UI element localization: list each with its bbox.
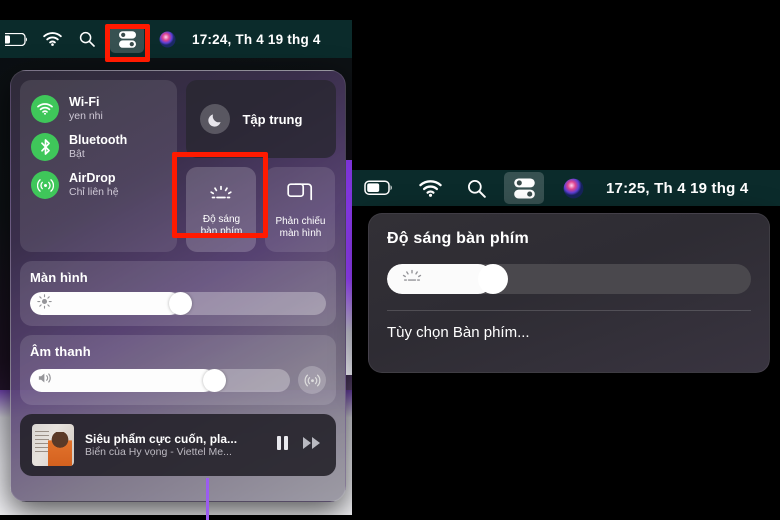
focus-label: Tập trung: [242, 111, 303, 127]
battery-icon[interactable]: [352, 169, 406, 207]
display-card: Màn hình: [20, 261, 336, 326]
control-center-icon[interactable]: [498, 169, 550, 207]
media-title: Siêu phẩm cực cuốn, pla...: [85, 432, 238, 446]
wallpaper-purple-line: [206, 478, 209, 520]
keyboard-brightness-slider[interactable]: [387, 264, 751, 294]
wifi-title: Wi-Fi: [69, 95, 100, 110]
screenshot-capture-1: 17:24, Th 4 19 thg 4 Wi-Fi yen nhi Bluet…: [0, 20, 352, 515]
bluetooth-row[interactable]: Bluetooth Bật: [20, 128, 177, 166]
display-slider-wrap: [30, 292, 326, 315]
siri-icon[interactable]: [150, 20, 184, 58]
sound-title: Âm thanh: [30, 344, 91, 359]
sound-card: Âm thanh: [20, 335, 336, 405]
screen-mirroring-label: Phản chiếu màn hình: [275, 216, 325, 241]
airdrop-icon: [31, 171, 59, 199]
bluetooth-title: Bluetooth: [69, 133, 128, 148]
sound-slider[interactable]: [30, 368, 290, 392]
wifi-status: yen nhi: [69, 109, 103, 122]
fast-forward-icon[interactable]: [302, 436, 322, 455]
airdrop-text: AirDrop Chỉ liên hệ: [69, 171, 119, 199]
display-title: Màn hình: [30, 270, 88, 285]
media-card: Siêu phẩm cực cuốn, pla... Biển của Hy v…: [20, 414, 336, 476]
siri-icon[interactable]: [550, 169, 596, 207]
media-text: Siêu phẩm cực cuốn, pla... Biển của Hy v…: [85, 432, 265, 458]
wifi-icon[interactable]: [406, 169, 454, 207]
keyboard-brightness-slider-fill: [387, 264, 493, 294]
screenshot-root: 17:24, Th 4 19 thg 4 Wi-Fi yen nhi Bluet…: [0, 0, 780, 520]
bluetooth-status: Bật: [69, 147, 85, 160]
menu-bar-clock-1[interactable]: 17:24, Th 4 19 thg 4: [192, 20, 321, 58]
artwork-figure: [48, 432, 72, 466]
sound-slider-wrap: [30, 366, 326, 394]
display-slider-fill: [30, 292, 181, 315]
album-artwork: [32, 424, 74, 466]
popover-divider: [387, 310, 751, 311]
screen-mirroring-tile[interactable]: Phản chiếu màn hình: [265, 167, 336, 252]
airdrop-title: AirDrop: [69, 171, 116, 186]
menu-bar-2: 17:25, Th 4 19 thg 4: [352, 170, 780, 206]
display-slider-knob[interactable]: [169, 292, 193, 315]
connectivity-tile: Wi-Fi yen nhi Bluetooth Bật AirDrop Chỉ …: [20, 80, 178, 252]
control-center-panel: Wi-Fi yen nhi Bluetooth Bật AirDrop Chỉ …: [10, 70, 346, 502]
display-slider[interactable]: [30, 292, 326, 315]
keyboard-brightness-popover-title: Độ sáng bàn phím: [387, 230, 529, 247]
airdrop-row[interactable]: AirDrop Chỉ liên hệ: [20, 166, 177, 204]
volume-icon: [37, 371, 54, 390]
control-center-menubar-highlight: [105, 24, 150, 62]
artwork-text-lines: [35, 431, 49, 453]
wifi-icon: [31, 95, 59, 123]
sound-slider-fill: [30, 368, 215, 392]
brightness-icon: [37, 293, 52, 314]
clock-label-1: 17:24, Th 4 19 thg 4: [192, 31, 321, 47]
airplay-button[interactable]: [298, 366, 326, 394]
moon-icon: [200, 104, 231, 134]
keyboard-brightness-popover: Độ sáng bàn phím Tùy chọn Bàn phím...: [368, 213, 770, 373]
keyboard-brightness-tile-highlight: [172, 152, 268, 238]
battery-icon[interactable]: [0, 20, 34, 58]
wifi-icon[interactable]: [34, 20, 70, 58]
search-icon[interactable]: [454, 169, 498, 207]
wifi-text: Wi-Fi yen nhi: [69, 95, 103, 123]
media-subtitle: Biển của Hy vọng - Viettel Me...: [85, 446, 232, 458]
screen-mirroring-icon: [287, 182, 313, 210]
sound-slider-knob[interactable]: [203, 368, 227, 392]
wifi-row[interactable]: Wi-Fi yen nhi: [20, 90, 177, 128]
keyboard-options-menu-item[interactable]: Tùy chọn Bàn phím...: [387, 324, 751, 341]
bluetooth-icon: [31, 133, 59, 161]
pause-icon[interactable]: [276, 435, 289, 456]
media-controls: [276, 435, 324, 456]
keyboard-brightness-icon: [399, 269, 425, 290]
airdrop-status: Chỉ liên hệ: [69, 185, 119, 198]
sm-tile-line2: màn hình: [279, 228, 322, 239]
bluetooth-text: Bluetooth Bật: [69, 133, 127, 161]
focus-tile[interactable]: Tập trung: [186, 80, 336, 158]
menu-bar-clock-2[interactable]: 17:25, Th 4 19 thg 4: [606, 169, 748, 207]
search-icon[interactable]: [70, 20, 104, 58]
clock-label-2: 17:25, Th 4 19 thg 4: [606, 179, 749, 197]
sm-tile-line1: Phản chiếu: [275, 215, 326, 227]
keyboard-brightness-slider-knob[interactable]: [477, 264, 508, 294]
menu-bar-1: 17:24, Th 4 19 thg 4: [0, 20, 352, 58]
